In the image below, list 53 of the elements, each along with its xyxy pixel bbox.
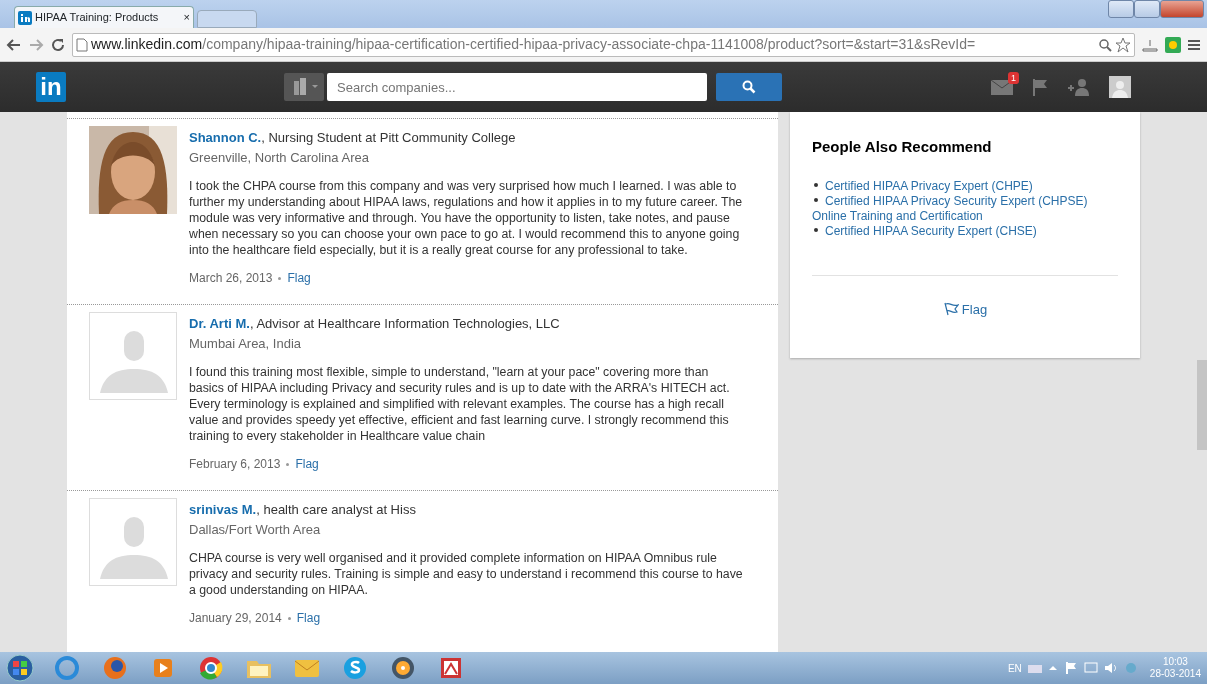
close-button[interactable] (1160, 0, 1204, 18)
review-text: CHPA course is very well organised and it provided complete information on HIPAA Omnibus rule privacy and security rules. Training is simple and easy to understand i recommend this course to have a good understanding on HIPAA. (189, 550, 744, 598)
reviewer-name-link[interactable]: Dr. Arti M. (189, 316, 250, 331)
close-tab-button[interactable]: × (183, 9, 190, 26)
review-date: January 29, 2014 (189, 610, 282, 627)
flag-icon[interactable] (1063, 661, 1078, 675)
recommend-title: People Also Recommend (812, 137, 993, 157)
tab-title: HIPAA Training: Products (35, 10, 160, 26)
volume-icon[interactable] (1103, 661, 1118, 675)
extension-icon[interactable] (1165, 36, 1181, 53)
flag-link[interactable]: Flag (295, 455, 319, 473)
review-date: February 6, 2013 (189, 456, 281, 473)
building-dropdown-icon[interactable] (284, 73, 324, 101)
search-button[interactable] (716, 73, 782, 101)
new-tab-button[interactable] (197, 10, 257, 28)
logo[interactable]: in (36, 72, 66, 102)
reviewer-headline: , health care analyst at Hiss (256, 502, 416, 517)
reload-icon[interactable] (50, 36, 66, 53)
reviewer-headline: , Advisor at Healthcare Information Technologies, LLC (249, 316, 560, 331)
browser-tab[interactable]: HIPAA Training: Products × (14, 6, 194, 28)
back-icon[interactable] (6, 36, 22, 53)
search-field[interactable]: Search companies... (327, 73, 707, 101)
recommend-link[interactable]: Certified HIPAA Security Expert (CHSE) (812, 223, 1118, 239)
flag-icon[interactable] (1031, 78, 1049, 96)
menu-icon[interactable] (1187, 37, 1201, 52)
star-icon[interactable] (1115, 36, 1131, 53)
zoom-icon[interactable] (1098, 37, 1112, 52)
clock-date: 28-03-2014 (1149, 668, 1201, 681)
linkedin-favicon-icon (18, 10, 32, 25)
search-icon (742, 80, 756, 94)
reviewer-location: Greenville, North Carolina Area (189, 148, 370, 167)
minimize-button[interactable] (1108, 0, 1134, 18)
notification-badge: 1 (1008, 72, 1019, 84)
page-icon (76, 37, 88, 52)
review-text: I took the CHPA course from this company and was very surprised how much I learned. I was able to further my understanding about HIPAA laws, regulations and how it applies in to my future career. The module was very informative and through. You have the opportunity to listen, take notes, and pause when necessary so you can choose your own pace to go at. I would recommend this to anyone going into the healthcare field especially, but it is a really great course for any professional to take. (189, 178, 744, 258)
recommend-link[interactable]: Certified HIPAA Privacy Expert (CHPE) (812, 178, 1118, 194)
maximize-button[interactable] (1134, 0, 1160, 18)
flag-link[interactable]: Flag (287, 269, 311, 287)
up-arrow-icon[interactable] (1047, 663, 1058, 673)
review-text: I found this training most flexible, simple to understand, "learn at your pace" covering more than basics of HIPAA including Privacy and security rules and is up to date with the ARRA's HITECH act. Every terminology is explained and simplified with relevant examples. The course has a high recall value and provides speedy yet effective, efficient and fast learning curve. I strongly recommend this training to every stakeholder in Healthcare value chain (189, 364, 731, 444)
flag-icon (942, 302, 959, 317)
flag-link[interactable]: Flag (942, 299, 988, 319)
reviewer-headline: , Nursing Student at Pitt Community College (261, 130, 516, 145)
envelope-icon[interactable] (991, 78, 1013, 96)
flag-link[interactable]: Flag (296, 609, 321, 627)
add-person-icon[interactable] (1067, 78, 1091, 96)
recommend-link[interactable]: Certified HIPAA Privacy Security Expert (CHPSE) Online Training and Certification (812, 193, 1118, 224)
forward-icon[interactable] (28, 36, 44, 53)
scrollbar-thumb[interactable] (1197, 360, 1207, 450)
clock-time: 10:03 (1161, 655, 1189, 668)
review-date: March 26, 2013 (189, 270, 273, 287)
reviewer-location: Dallas/Fort Worth Area (189, 520, 322, 539)
reviewer-location: Mumbai Area, India (189, 334, 302, 353)
